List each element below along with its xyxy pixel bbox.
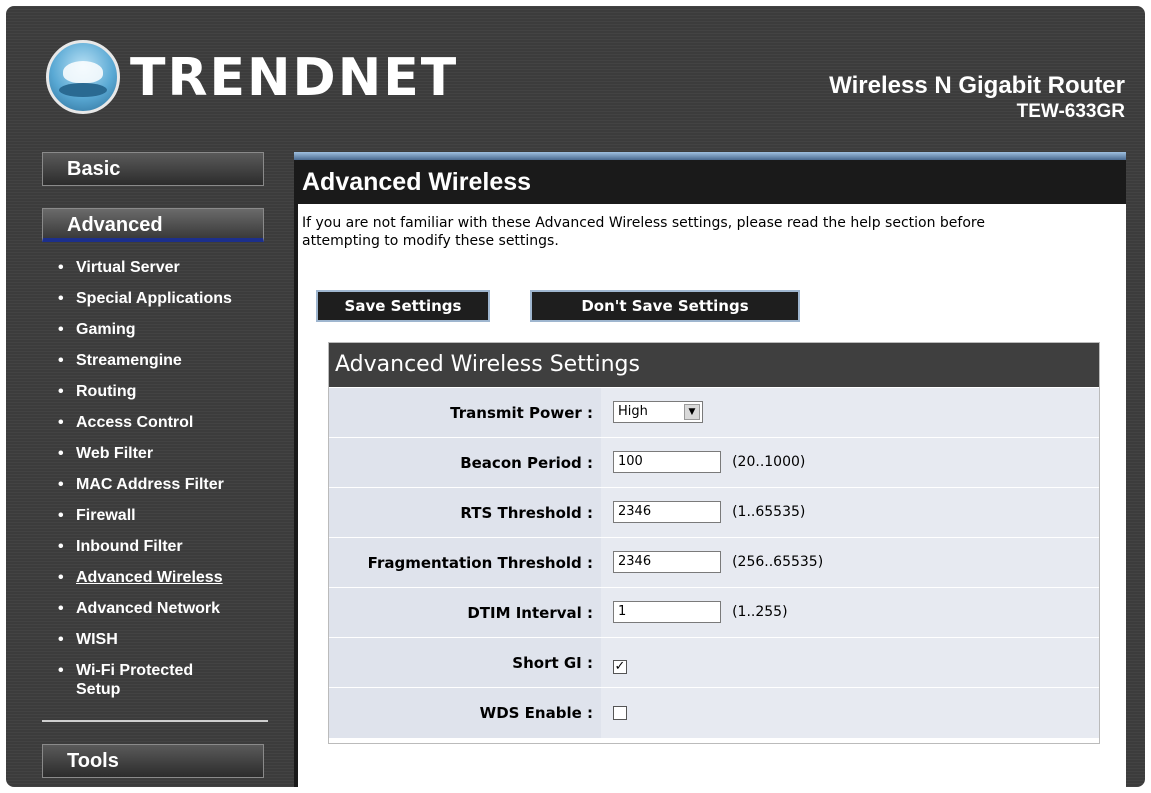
rts-threshold-input[interactable]: 2346 xyxy=(613,501,721,523)
sidebar-item-advanced-network[interactable]: • Advanced Network xyxy=(42,599,270,618)
fragmentation-threshold-input[interactable]: 2346 xyxy=(613,551,721,573)
dtim-interval-range: (1..255) xyxy=(732,604,788,620)
fragmentation-threshold-label: Fragmentation Threshold : xyxy=(329,538,601,588)
intro-text: If you are not familiar with these Advan… xyxy=(302,214,1082,250)
beacon-period-label: Beacon Period : xyxy=(329,438,601,488)
sidebar-item-streamengine[interactable]: • Streamengine xyxy=(42,351,270,370)
nav-tools-button[interactable]: Tools xyxy=(42,744,264,778)
advanced-submenu: • Virtual Server • Special Applications • G… xyxy=(42,258,270,711)
intro-line-1: If you are not familiar with these Advan… xyxy=(302,215,985,231)
row-rts-threshold: RTS Threshold : 2346 (1..65535) xyxy=(329,487,1099,538)
panel-title: Advanced Wireless Settings xyxy=(329,343,1099,387)
main-content: Advanced Wireless If you are not familia… xyxy=(294,152,1126,787)
app-frame: TRENDNET Wireless N Gigabit Router TEW-6… xyxy=(6,6,1145,787)
sidebar-item-gaming[interactable]: • Gaming xyxy=(42,320,270,339)
dtim-interval-input[interactable]: 1 xyxy=(613,601,721,623)
chevron-down-icon[interactable]: ▼ xyxy=(684,404,700,420)
nav-advanced-button[interactable]: Advanced xyxy=(42,208,264,242)
sidebar-item-mac-address-filter[interactable]: • MAC Address Filter xyxy=(42,475,270,494)
title-accent-bar xyxy=(294,152,1126,160)
wds-enable-checkbox[interactable] xyxy=(613,706,627,720)
rts-threshold-range: (1..65535) xyxy=(732,504,806,520)
row-beacon-period: Beacon Period : 100 (20..1000) xyxy=(329,437,1099,488)
intro-line-2: attempting to modify these settings. xyxy=(302,233,559,249)
row-short-gi: Short GI : ✓ xyxy=(329,637,1099,688)
page-title: Advanced Wireless xyxy=(302,168,532,196)
sidebar-item-routing[interactable]: • Routing xyxy=(42,382,270,401)
transmit-power-value: High xyxy=(618,404,648,419)
sidebar-item-advanced-wireless[interactable]: • Advanced Wireless xyxy=(42,568,270,587)
nav-basic-button[interactable]: Basic xyxy=(42,152,264,186)
save-settings-button[interactable]: Save Settings xyxy=(316,290,490,322)
sidebar-item-firewall[interactable]: • Firewall xyxy=(42,506,270,525)
sidebar-item-special-applications[interactable]: • Special Applications xyxy=(42,289,270,308)
sidebar-item-web-filter[interactable]: • Web Filter xyxy=(42,444,270,463)
product-name: Wireless N Gigabit Router xyxy=(829,72,1125,99)
row-wds-enable: WDS Enable : xyxy=(329,687,1099,738)
sidebar-item-wifi-protected-setup[interactable]: • Wi-Fi Protected Setup xyxy=(42,661,270,699)
sidebar-item-inbound-filter[interactable]: • Inbound Filter xyxy=(42,537,270,556)
row-fragmentation-threshold: Fragmentation Threshold : 2346 (256..655… xyxy=(329,537,1099,588)
advanced-wireless-settings-panel: Advanced Wireless Settings Transmit Powe… xyxy=(328,342,1100,744)
beacon-period-range: (20..1000) xyxy=(732,454,806,470)
transmit-power-select[interactable]: High ▼ xyxy=(613,401,703,423)
product-model: TEW-633GR xyxy=(1016,101,1125,122)
product-info: Wireless N Gigabit Router TEW-633GR xyxy=(829,72,1125,124)
rts-threshold-label: RTS Threshold : xyxy=(329,488,601,538)
dtim-interval-label: DTIM Interval : xyxy=(329,588,601,638)
dont-save-settings-button[interactable]: Don't Save Settings xyxy=(530,290,800,322)
transmit-power-label: Transmit Power : xyxy=(329,388,601,438)
logo-text: TRENDNET xyxy=(130,48,459,108)
sidebar-divider xyxy=(42,720,268,722)
short-gi-label: Short GI : xyxy=(329,638,601,688)
logo-globe-icon xyxy=(46,40,120,114)
sidebar-item-access-control[interactable]: • Access Control xyxy=(42,413,270,432)
wds-enable-label: WDS Enable : xyxy=(329,688,601,738)
fragmentation-threshold-range: (256..65535) xyxy=(732,554,824,570)
short-gi-checkbox[interactable]: ✓ xyxy=(613,660,627,674)
row-transmit-power: Transmit Power : High ▼ xyxy=(329,387,1099,438)
beacon-period-input[interactable]: 100 xyxy=(613,451,721,473)
sidebar-item-wish[interactable]: • WISH xyxy=(42,630,270,649)
content-body: If you are not familiar with these Advan… xyxy=(298,204,1126,787)
sidebar-item-virtual-server[interactable]: • Virtual Server xyxy=(42,258,270,277)
row-dtim-interval: DTIM Interval : 1 (1..255) xyxy=(329,587,1099,638)
